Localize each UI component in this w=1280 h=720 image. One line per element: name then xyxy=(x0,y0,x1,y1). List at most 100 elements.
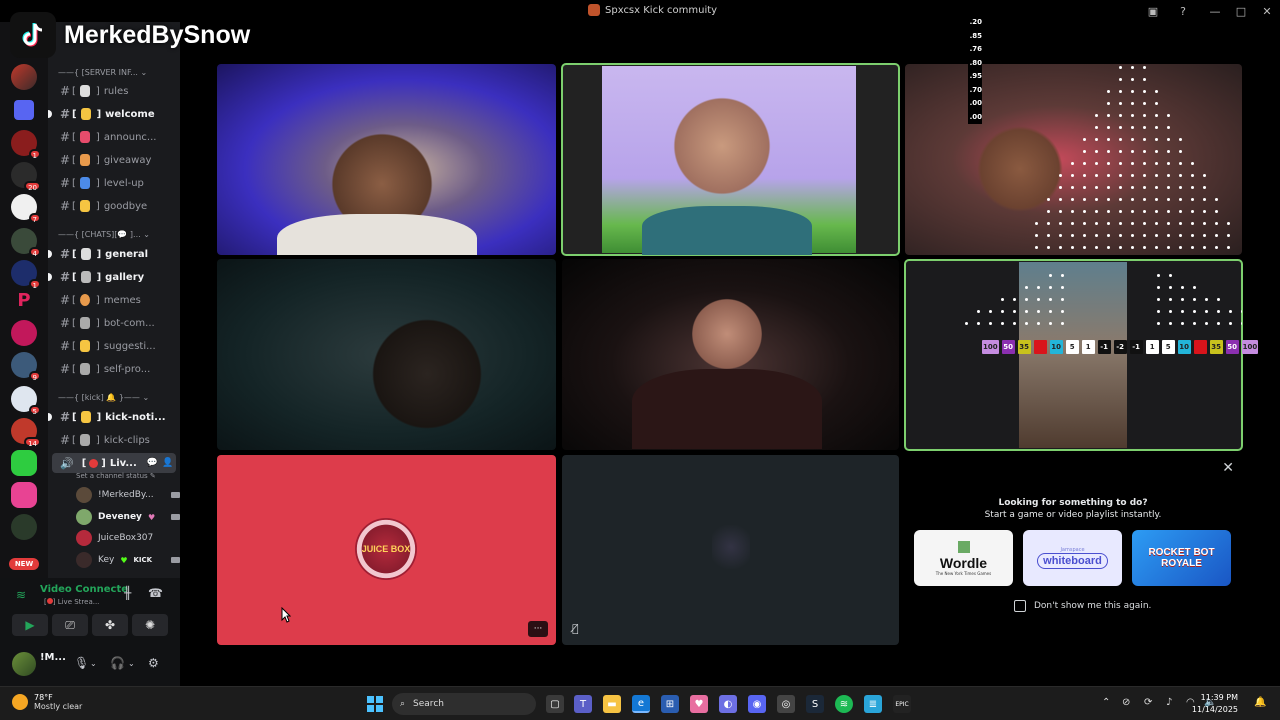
channel-memes[interactable]: #[] memes xyxy=(48,290,180,310)
task-view-icon[interactable]: ▢ xyxy=(546,695,564,713)
tray-icon[interactable]: ⊘ xyxy=(1122,697,1130,708)
gear-icon[interactable]: ⚙ xyxy=(148,656,159,670)
chevron-down-icon[interactable]: ⌄ xyxy=(90,659,97,668)
screen-share-button[interactable]: ⎚ xyxy=(52,614,88,636)
video-tile[interactable] xyxy=(904,259,1243,451)
channel-self-promo[interactable]: #[] self-pro... xyxy=(48,359,180,379)
server-icon[interactable] xyxy=(11,514,37,540)
category-server-info[interactable]: ——{ [SERVER INF... ⌄ xyxy=(58,68,147,77)
channel-kick-notifications[interactable]: #[] kick-noti... xyxy=(48,407,180,427)
category-chats[interactable]: ——{ [CHATS][💬 ]... ⌄ xyxy=(58,230,150,239)
channel-bot-commands[interactable]: #[] bot-com... xyxy=(48,313,180,333)
avatar[interactable] xyxy=(12,652,36,676)
channel-level-up[interactable]: #[] level-up xyxy=(48,173,180,193)
voice-connected-label[interactable]: Video Connecte xyxy=(40,584,128,595)
maximize-button[interactable]: □ xyxy=(1228,0,1254,22)
server-icon[interactable]: 20 xyxy=(11,162,41,192)
server-icon[interactable]: P xyxy=(11,290,37,316)
discord-icon[interactable]: ◉ xyxy=(748,695,766,713)
camera-button[interactable]: ▶ xyxy=(12,614,48,636)
soundboard-button[interactable]: ✺ xyxy=(132,614,168,636)
dot xyxy=(1119,90,1122,93)
server-icon[interactable]: 14 xyxy=(11,418,41,448)
more-options-button[interactable]: ··· xyxy=(528,621,548,637)
server-icon[interactable] xyxy=(11,450,37,476)
app-icon[interactable]: ♥ xyxy=(690,695,708,713)
username[interactable]: !M... xyxy=(40,652,66,663)
close-button[interactable]: ✕ xyxy=(1254,0,1280,22)
video-tile[interactable] xyxy=(217,64,556,255)
activities-button[interactable]: ✤ xyxy=(92,614,128,636)
chevron-down-icon[interactable]: ⌄ xyxy=(128,659,135,668)
store-icon[interactable]: ⊞ xyxy=(661,695,679,713)
voice-user[interactable]: Deveney ♥ xyxy=(76,507,180,527)
channel-giveaway[interactable]: #[] giveaway xyxy=(48,150,180,170)
channel-kick-clips[interactable]: #[] kick-clips xyxy=(48,430,180,450)
chevron-up-icon[interactable]: ⌃ xyxy=(1102,697,1110,708)
spotify-icon[interactable]: ≋ xyxy=(835,695,853,713)
app-icon[interactable]: ◎ xyxy=(777,695,795,713)
notepad-icon[interactable]: ≣ xyxy=(864,695,882,713)
steam-icon[interactable]: S xyxy=(806,695,824,713)
edge-icon[interactable]: e xyxy=(632,695,650,713)
voice-channel-name[interactable]: [] Live Strea... xyxy=(44,598,99,606)
activity-card-whiteboard[interactable]: Jamspace whiteboard xyxy=(1023,530,1122,586)
tray-icon[interactable]: ♪ xyxy=(1166,697,1172,708)
channel-status-hint[interactable]: Set a channel status ✎ xyxy=(76,472,156,480)
noise-suppression-icon[interactable]: ╫ xyxy=(124,586,131,600)
server-icon[interactable]: 9 xyxy=(11,352,41,382)
headphones-icon[interactable]: 🎧 xyxy=(110,656,125,670)
start-button[interactable] xyxy=(366,695,384,713)
server-icon[interactable] xyxy=(11,64,37,90)
weather-widget[interactable]: 78°F Mostly clear xyxy=(12,693,82,711)
voice-user[interactable]: JuiceBox307 xyxy=(76,528,176,548)
server-icon[interactable]: 1 xyxy=(11,130,41,160)
video-tile[interactable] xyxy=(905,64,1242,255)
voice-user[interactable]: !MerkedBy... xyxy=(76,485,180,505)
voice-channel-live[interactable]: 🔊 [] Liv... 💬 👤 xyxy=(52,453,176,473)
video-tile[interactable] xyxy=(217,259,556,450)
server-icon[interactable]: 7 xyxy=(11,194,41,224)
channel-goodbye[interactable]: #[] goodbye xyxy=(48,196,180,216)
video-tile-audio-only[interactable]: JUICE BOX ··· xyxy=(217,455,556,645)
server-icon[interactable]: 4 xyxy=(11,228,41,258)
taskbar-search[interactable]: ⌕ Search xyxy=(392,693,536,715)
server-icon[interactable] xyxy=(11,482,37,508)
activity-card-wordle[interactable]: Wordle The New York Times Games xyxy=(914,530,1013,586)
invite-icon[interactable]: 👤 xyxy=(162,458,173,468)
category-kick[interactable]: ——{ [kick] 🔔 }—— ⌄ xyxy=(58,393,149,402)
chat-icon[interactable]: 💬 xyxy=(147,458,158,468)
dont-show-again[interactable]: Don't show me this again. xyxy=(1014,600,1151,612)
activity-card-rocket-bot-royale[interactable]: ROCKET BOT ROYALE xyxy=(1132,530,1231,586)
server-icon[interactable] xyxy=(11,320,37,346)
video-tile-audio-only[interactable]: 🎙̸ xyxy=(562,455,899,645)
notification-icon[interactable]: 🔔 xyxy=(1254,697,1266,708)
epic-games-icon[interactable]: EPIC xyxy=(893,695,911,713)
channel-general[interactable]: #[] general xyxy=(48,244,180,264)
voice-user[interactable]: Key ♥ KICK xyxy=(76,550,180,570)
clock[interactable]: 11:39 PM 11/14/2025 xyxy=(1192,692,1238,716)
server-icon[interactable]: 1 xyxy=(11,260,41,290)
folder-icon[interactable] xyxy=(14,100,34,120)
dont-show-checkbox[interactable] xyxy=(1014,600,1026,612)
disconnect-icon[interactable]: ☎ xyxy=(148,586,163,600)
inbox-icon[interactable]: ▣ xyxy=(1146,4,1160,18)
microphone-icon[interactable]: 🎙 xyxy=(74,656,89,670)
close-icon[interactable]: ✕ xyxy=(1222,460,1234,476)
channel-announcements[interactable]: #[] announc... xyxy=(48,127,180,147)
channel-rules[interactable]: #[] rules xyxy=(48,81,180,101)
dot xyxy=(1203,174,1206,177)
teams-icon[interactable]: T xyxy=(574,695,592,713)
signal-icon[interactable]: ≋ xyxy=(16,588,26,602)
minimize-button[interactable]: — xyxy=(1202,0,1228,22)
server-icon[interactable]: 5 xyxy=(11,386,41,416)
channel-welcome[interactable]: #[] welcome xyxy=(48,104,180,124)
video-tile[interactable] xyxy=(562,259,899,450)
video-tile-speaking[interactable] xyxy=(561,63,900,256)
channel-gallery[interactable]: #[] gallery xyxy=(48,267,180,287)
tray-icon[interactable]: ⟳ xyxy=(1144,697,1152,708)
file-explorer-icon[interactable]: ▬ xyxy=(603,695,621,713)
channel-suggestions[interactable]: #[] suggesti... xyxy=(48,336,180,356)
copilot-icon[interactable]: ◐ xyxy=(719,695,737,713)
help-icon[interactable]: ? xyxy=(1176,4,1190,18)
